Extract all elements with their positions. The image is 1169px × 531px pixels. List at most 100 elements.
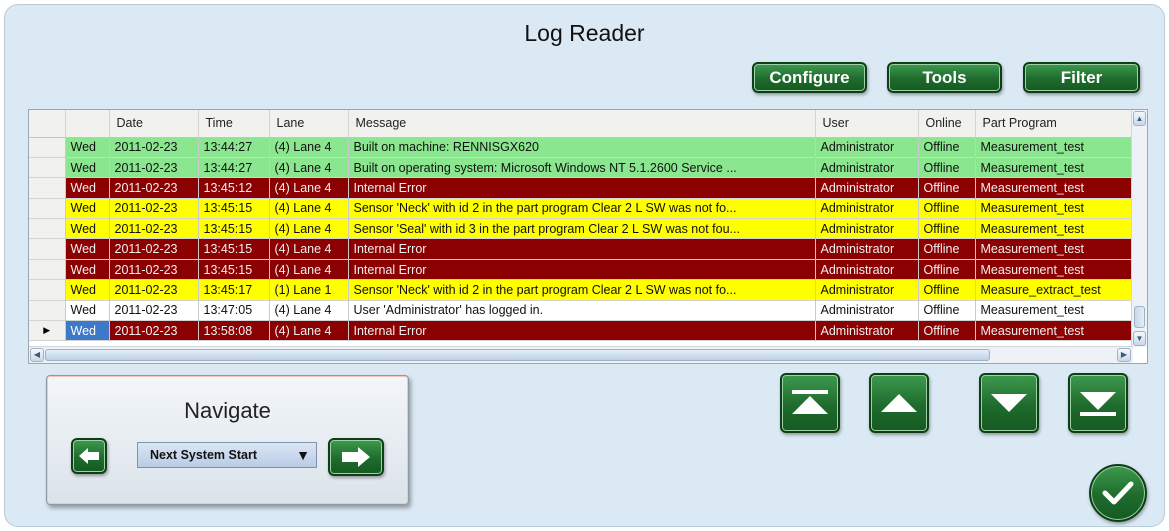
- day-cell[interactable]: Wed: [65, 157, 110, 179]
- time-cell[interactable]: 13:45:15: [198, 238, 270, 260]
- column-header-time[interactable]: Time: [198, 110, 270, 138]
- row-header[interactable]: [29, 177, 66, 199]
- lane-cell[interactable]: (4) Lane 4: [269, 177, 349, 199]
- user-cell[interactable]: Administrator: [815, 157, 919, 179]
- time-cell[interactable]: 13:45:12: [198, 177, 270, 199]
- online-cell[interactable]: Offline: [918, 177, 976, 199]
- user-cell[interactable]: Administrator: [815, 279, 919, 301]
- jump-to-last-button[interactable]: [1068, 373, 1128, 433]
- log-row[interactable]: Wed 2011-02-23 13:45:15 (4) Lane 4 Sensor 'N…: [29, 198, 1134, 220]
- date-cell[interactable]: 2011-02-23: [109, 300, 199, 322]
- lane-cell[interactable]: (4) Lane 4: [269, 238, 349, 260]
- time-cell[interactable]: 13:44:27: [198, 137, 270, 158]
- date-cell[interactable]: 2011-02-23: [109, 177, 199, 199]
- time-cell[interactable]: 13:44:27: [198, 157, 270, 179]
- date-cell[interactable]: 2011-02-23: [109, 279, 199, 301]
- user-cell[interactable]: Administrator: [815, 218, 919, 240]
- online-cell[interactable]: Offline: [918, 238, 976, 260]
- log-row[interactable]: Wed 2011-02-23 13:45:12 (4) Lane 4 Internal …: [29, 177, 1134, 199]
- time-cell[interactable]: 13:47:05: [198, 300, 270, 322]
- day-cell[interactable]: Wed: [65, 300, 110, 322]
- part-program-cell[interactable]: Measurement_test: [975, 300, 1134, 322]
- message-cell[interactable]: Sensor 'Seal' with id 3 in the part prog…: [348, 218, 816, 240]
- part-program-cell[interactable]: Measurement_test: [975, 218, 1134, 240]
- log-row[interactable]: Wed 2011-02-23 13:45:15 (4) Lane 4 Internal …: [29, 259, 1134, 281]
- part-program-cell[interactable]: Measurement_test: [975, 238, 1134, 260]
- message-cell[interactable]: Internal Error: [348, 238, 816, 260]
- date-cell[interactable]: 2011-02-23: [109, 137, 199, 158]
- scroll-down-icon[interactable]: ▼: [1133, 331, 1146, 346]
- message-cell[interactable]: Sensor 'Neck' with id 2 in the part prog…: [348, 279, 816, 301]
- scroll-right-icon[interactable]: ▶: [1117, 348, 1131, 362]
- lane-cell[interactable]: (4) Lane 4: [269, 218, 349, 240]
- part-program-cell[interactable]: Measurement_test: [975, 177, 1134, 199]
- message-cell[interactable]: Built on machine: RENNISGX620: [348, 137, 816, 158]
- column-header-day[interactable]: [65, 110, 110, 138]
- user-cell[interactable]: Administrator: [815, 137, 919, 158]
- row-header[interactable]: [29, 137, 66, 158]
- user-cell[interactable]: Administrator: [815, 177, 919, 199]
- column-header-lane[interactable]: Lane: [269, 110, 349, 138]
- navigate-mode-select[interactable]: Next System Start ▼: [137, 442, 317, 468]
- column-header-online[interactable]: Online: [918, 110, 976, 138]
- vertical-scroll-thumb[interactable]: [1134, 306, 1145, 328]
- online-cell[interactable]: Offline: [918, 320, 976, 342]
- day-cell[interactable]: Wed: [65, 259, 110, 281]
- day-cell[interactable]: Wed: [65, 177, 110, 199]
- log-row[interactable]: ▶ Wed 2011-02-23 13:58:08 (4) Lane 4 Internal…: [29, 320, 1134, 342]
- date-cell[interactable]: 2011-02-23: [109, 218, 199, 240]
- online-cell[interactable]: Offline: [918, 218, 976, 240]
- row-header[interactable]: [29, 218, 66, 240]
- time-cell[interactable]: 13:45:15: [198, 198, 270, 220]
- day-cell[interactable]: Wed: [65, 320, 110, 342]
- part-program-cell[interactable]: Measurement_test: [975, 259, 1134, 281]
- time-cell[interactable]: 13:58:08: [198, 320, 270, 342]
- message-cell[interactable]: Built on operating system: Microsoft Win…: [348, 157, 816, 179]
- ok-button[interactable]: [1089, 464, 1147, 522]
- online-cell[interactable]: Offline: [918, 157, 976, 179]
- vertical-scrollbar[interactable]: ▲ ▼: [1131, 110, 1147, 347]
- message-cell[interactable]: User 'Administrator' has logged in.: [348, 300, 816, 322]
- filter-button[interactable]: Filter: [1023, 62, 1140, 93]
- date-cell[interactable]: 2011-02-23: [109, 259, 199, 281]
- log-grid[interactable]: Date Time Lane Message User Online Part …: [28, 109, 1148, 364]
- column-header-user[interactable]: User: [815, 110, 919, 138]
- date-cell[interactable]: 2011-02-23: [109, 157, 199, 179]
- date-cell[interactable]: 2011-02-23: [109, 238, 199, 260]
- row-header[interactable]: [29, 198, 66, 220]
- log-row[interactable]: Wed 2011-02-23 13:45:15 (4) Lane 4 Internal …: [29, 238, 1134, 260]
- log-row[interactable]: Wed 2011-02-23 13:47:05 (4) Lane 4 User 'Adm…: [29, 300, 1134, 322]
- navigate-next-button[interactable]: [328, 438, 384, 476]
- day-cell[interactable]: Wed: [65, 238, 110, 260]
- date-cell[interactable]: 2011-02-23: [109, 320, 199, 342]
- online-cell[interactable]: Offline: [918, 137, 976, 158]
- part-program-cell[interactable]: Measure_extract_test: [975, 279, 1134, 301]
- user-cell[interactable]: Administrator: [815, 238, 919, 260]
- lane-cell[interactable]: (4) Lane 4: [269, 320, 349, 342]
- part-program-cell[interactable]: Measurement_test: [975, 198, 1134, 220]
- online-cell[interactable]: Offline: [918, 259, 976, 281]
- day-cell[interactable]: Wed: [65, 279, 110, 301]
- message-cell[interactable]: Sensor 'Neck' with id 2 in the part prog…: [348, 198, 816, 220]
- user-cell[interactable]: Administrator: [815, 320, 919, 342]
- log-row[interactable]: Wed 2011-02-23 13:44:27 (4) Lane 4 Built on …: [29, 157, 1134, 179]
- time-cell[interactable]: 13:45:15: [198, 259, 270, 281]
- column-header-date[interactable]: Date: [109, 110, 199, 138]
- row-header[interactable]: [29, 279, 66, 301]
- lane-cell[interactable]: (4) Lane 4: [269, 198, 349, 220]
- column-header-message[interactable]: Message: [348, 110, 816, 138]
- day-cell[interactable]: Wed: [65, 198, 110, 220]
- date-cell[interactable]: 2011-02-23: [109, 198, 199, 220]
- row-header[interactable]: [29, 300, 66, 322]
- time-cell[interactable]: 13:45:17: [198, 279, 270, 301]
- user-cell[interactable]: Administrator: [815, 259, 919, 281]
- day-cell[interactable]: Wed: [65, 218, 110, 240]
- configure-button[interactable]: Configure: [752, 62, 867, 93]
- online-cell[interactable]: Offline: [918, 279, 976, 301]
- horizontal-scrollbar[interactable]: ◀ ▶: [29, 346, 1133, 363]
- day-cell[interactable]: Wed: [65, 137, 110, 158]
- row-header[interactable]: [29, 259, 66, 281]
- horizontal-scroll-thumb[interactable]: [45, 349, 990, 361]
- jump-to-first-button[interactable]: [780, 373, 840, 433]
- scroll-up-button[interactable]: [869, 373, 929, 433]
